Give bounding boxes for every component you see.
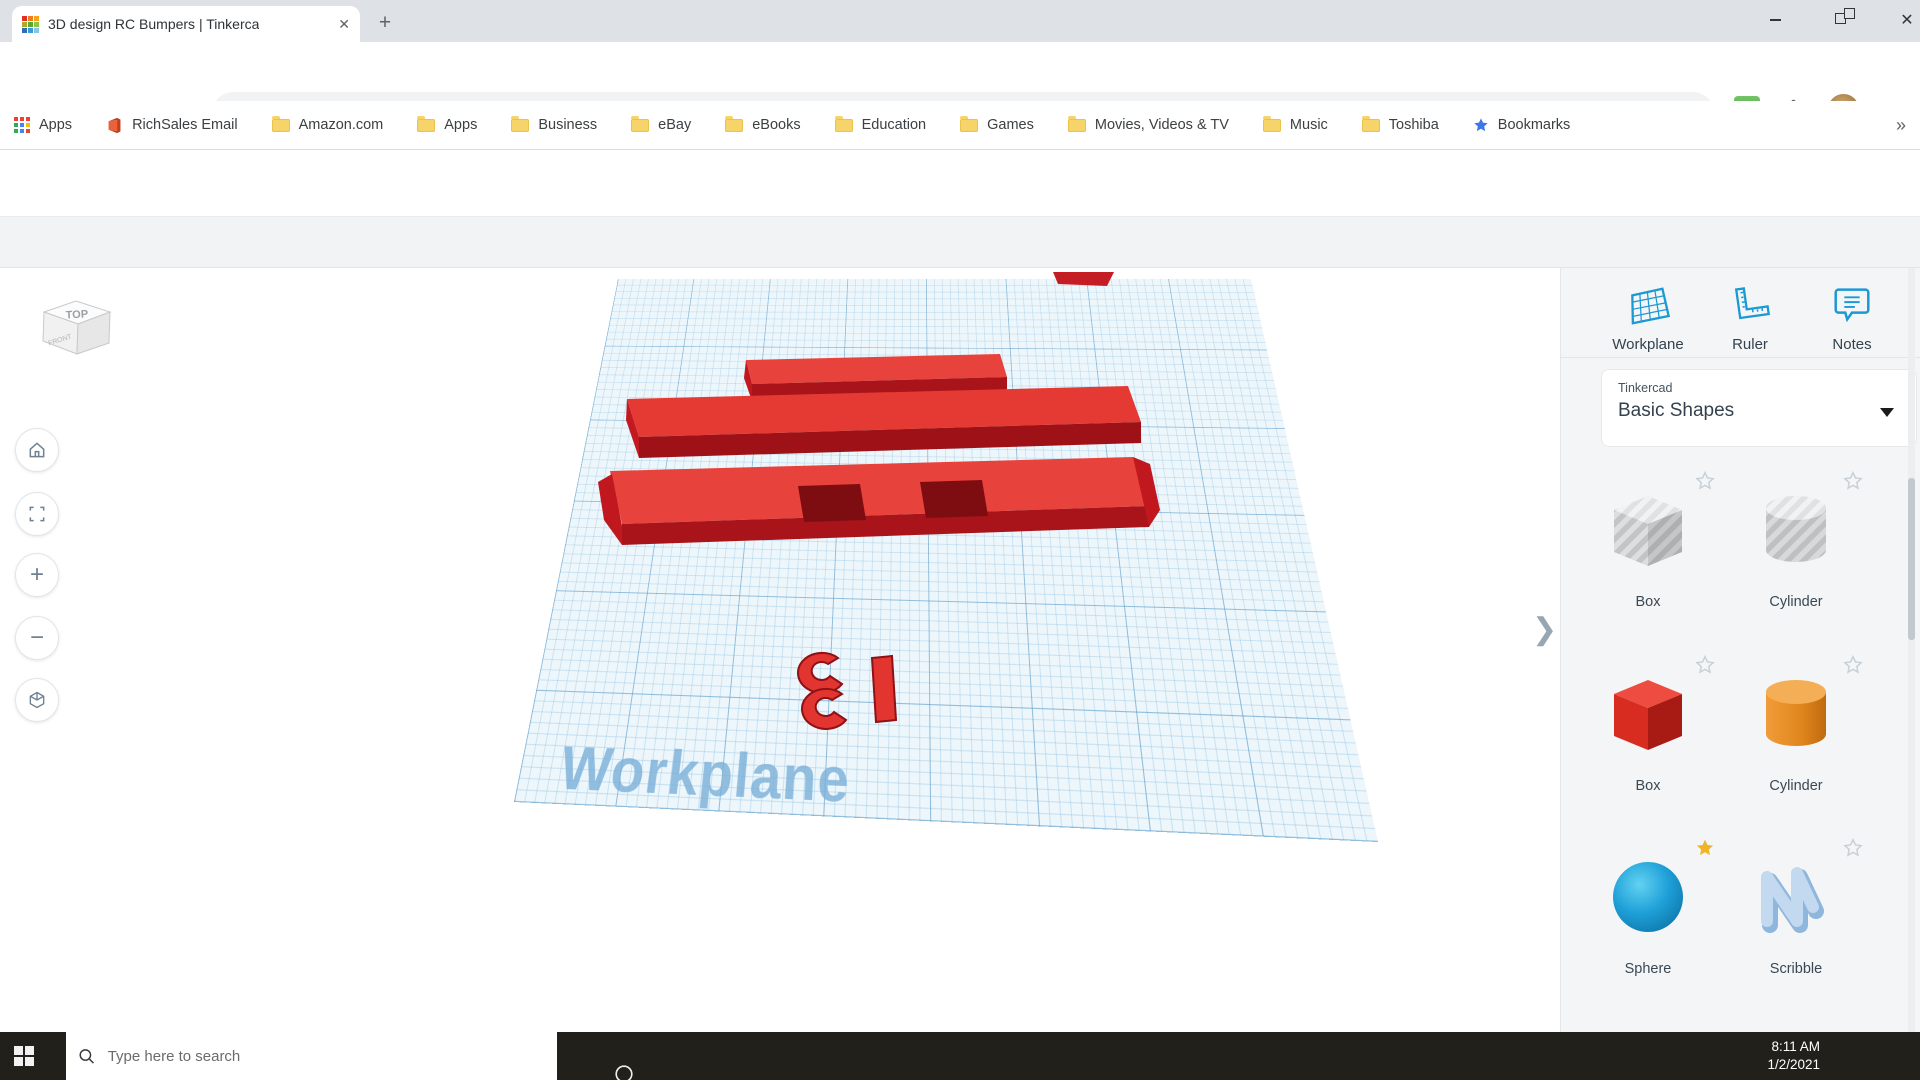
folder-icon: [960, 115, 979, 132]
library-group-label: Tinkercad: [1618, 381, 1673, 395]
bookmark-education[interactable]: Education: [834, 115, 926, 133]
panel-divider: [1560, 357, 1920, 358]
box-hole-thumb: [1614, 496, 1682, 566]
cortana-icon: [615, 1065, 633, 1080]
panel-scrollbar-thumb[interactable]: [1908, 478, 1915, 640]
favorite-star-icon-filled[interactable]: [1694, 837, 1716, 859]
bookmark-music[interactable]: Music: [1262, 115, 1328, 133]
fit-view-button[interactable]: [15, 492, 59, 536]
folder-icon: [271, 115, 290, 132]
start-button[interactable]: [0, 1032, 48, 1080]
screen: 3D design RC Bumpers | Tinkerca ✕ + ✕ ← …: [0, 0, 1920, 1080]
new-tab-button[interactable]: +: [372, 11, 398, 37]
browser-tab-strip: 3D design RC Bumpers | Tinkerca ✕ + ✕: [0, 0, 1920, 42]
scribble-thumb: [1761, 867, 1824, 933]
window-minimize-button[interactable]: [1746, 0, 1804, 40]
home-icon: [29, 442, 45, 458]
ruler-tool[interactable]: Ruler: [1702, 282, 1798, 353]
bookmark-business[interactable]: Business: [511, 115, 597, 133]
shape-library-selector[interactable]: Tinkercad Basic Shapes: [1601, 369, 1917, 447]
taskbar-search-box[interactable]: [66, 1032, 557, 1080]
folder-icon: [417, 115, 436, 132]
bookmark-games[interactable]: Games: [960, 115, 1034, 133]
clock-date: 1/2/2021: [1767, 1057, 1820, 1072]
cylinder-hole-thumb: [1766, 496, 1826, 562]
search-icon: [79, 1048, 95, 1064]
cylinder-orange-thumb: [1766, 680, 1826, 746]
tab-title: 3D design RC Bumpers | Tinkerca: [48, 16, 260, 32]
shape-cylinder-hole[interactable]: Cylinder: [1726, 471, 1866, 628]
browser-toolbar: ← → tinkercad.com/things/9876Io6TMKk-rc-…: [0, 42, 1920, 134]
bookmark-bookmarks[interactable]: Bookmarks: [1473, 117, 1570, 133]
folder-icon: [631, 115, 650, 132]
model-parts[interactable]: [0, 268, 1560, 1032]
window-close-button[interactable]: ✕: [1878, 0, 1920, 40]
caret-down-icon: [1880, 408, 1894, 417]
ruler-icon: [1734, 287, 1770, 320]
windows-logo-icon: [14, 1046, 34, 1066]
perspective-toggle-button[interactable]: [15, 678, 59, 722]
folder-icon: [1262, 115, 1281, 132]
bookmark-toshiba[interactable]: Toshiba: [1361, 115, 1439, 133]
tab-close-icon[interactable]: ✕: [338, 17, 350, 31]
view-home-button[interactable]: [15, 428, 59, 472]
model-part-offscreen[interactable]: [1053, 272, 1114, 286]
shape-box-red[interactable]: Box: [1578, 655, 1718, 812]
zoom-in-button[interactable]: +: [15, 553, 59, 597]
shape-sphere[interactable]: Sphere: [1578, 839, 1718, 995]
view-cube[interactable]: TOP FRONT: [0, 268, 160, 388]
shape-cylinder-orange[interactable]: Cylinder: [1726, 655, 1866, 812]
bookmark-ebay[interactable]: eBay: [631, 115, 691, 133]
favorite-star-icon[interactable]: [1694, 470, 1716, 492]
workplane-icon: [1631, 287, 1671, 325]
sphere-thumb: [1613, 862, 1683, 932]
favorite-star-icon[interactable]: [1694, 654, 1716, 676]
folder-icon: [511, 115, 530, 132]
notes-tool[interactable]: Notes: [1804, 282, 1900, 353]
office-icon: [108, 117, 121, 133]
bookmarks-bar: Apps RichSales Email Amazon.com Apps Bus…: [0, 101, 1920, 150]
taskbar-clock[interactable]: 8:11 AM 1/2/2021: [1750, 1038, 1820, 1074]
favorite-star-icon[interactable]: [1842, 837, 1864, 859]
box-red-thumb: [1614, 680, 1682, 750]
cortana-button[interactable]: [600, 1050, 648, 1080]
bookmark-ebooks[interactable]: eBooks: [725, 115, 801, 133]
blue-star-icon: [1474, 118, 1488, 132]
panel-tools-row: Workplane Ruler Notes: [1600, 282, 1900, 353]
window-restore-button[interactable]: [1815, 0, 1873, 40]
bookmark-apps[interactable]: Apps: [14, 117, 72, 133]
shape-box-hole[interactable]: Box: [1578, 471, 1718, 628]
tinkercad-toolbar: Import Export Send To: [0, 216, 1920, 484]
tinkercad-favicon: [22, 15, 39, 33]
tinkercad-header: T I N K E R C A D RC Bumpers: [0, 150, 1920, 365]
folder-icon: [725, 115, 744, 132]
bookmark-apps-folder[interactable]: Apps: [417, 115, 477, 133]
clock-time: 8:11 AM: [1771, 1039, 1820, 1054]
zoom-out-button[interactable]: −: [15, 616, 59, 660]
notes-icon: [1834, 288, 1870, 323]
bookmark-richsales-email[interactable]: RichSales Email: [106, 117, 238, 134]
folder-icon: [1361, 115, 1380, 132]
design-viewport[interactable]: Workplane TOP FRONT + −: [0, 268, 1560, 1032]
panel-collapse-chevron[interactable]: ❯: [1532, 612, 1557, 647]
shape-scribble[interactable]: Scribble: [1726, 838, 1866, 995]
folder-icon: [1067, 115, 1086, 132]
search-input[interactable]: [105, 1046, 545, 1066]
bookmark-amazon[interactable]: Amazon.com: [271, 115, 383, 133]
library-name: Basic Shapes: [1618, 400, 1735, 421]
favorite-star-icon[interactable]: [1842, 654, 1864, 676]
apps-grid-icon: [14, 117, 30, 133]
perspective-cube-icon: [29, 691, 45, 709]
bookmarks-overflow-chevron[interactable]: »: [1896, 115, 1906, 136]
panel-scrollbar-track[interactable]: [1908, 268, 1915, 1032]
view-cube-top-label[interactable]: TOP: [65, 308, 88, 321]
fit-view-icon: [29, 506, 45, 522]
favorite-star-icon[interactable]: [1842, 470, 1864, 492]
bookmark-movies-tv[interactable]: Movies, Videos & TV: [1067, 115, 1229, 133]
workplane-tool[interactable]: Workplane: [1600, 282, 1696, 353]
browser-tab[interactable]: 3D design RC Bumpers | Tinkerca ✕: [12, 6, 360, 42]
folder-icon: [834, 115, 853, 132]
